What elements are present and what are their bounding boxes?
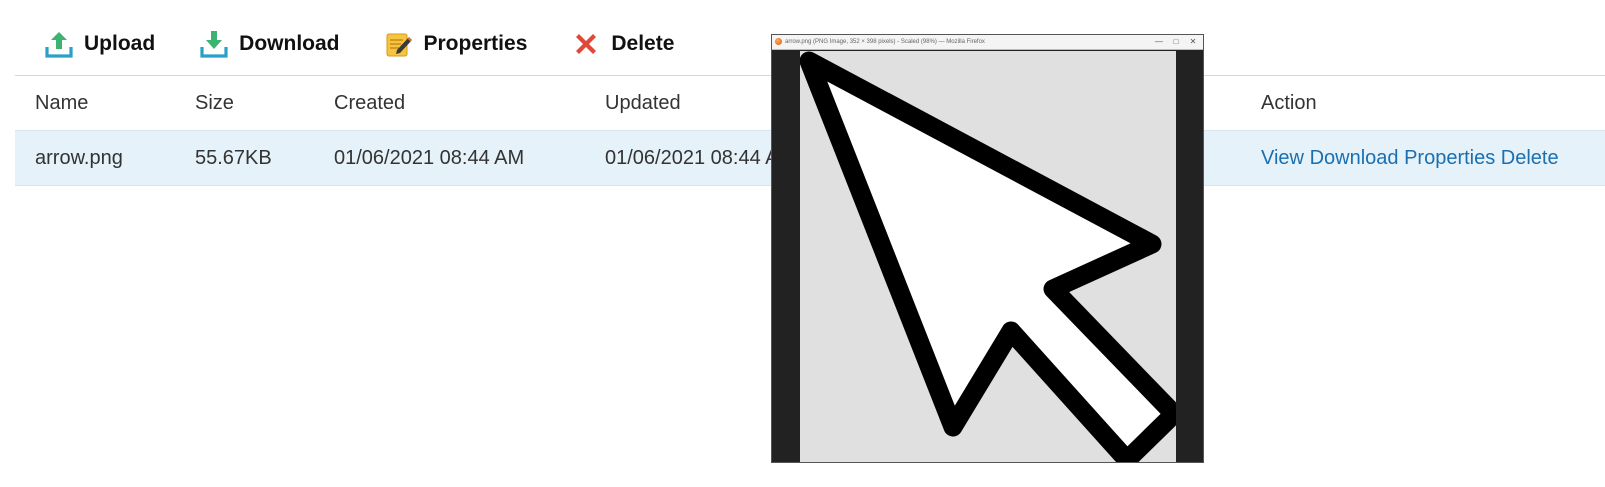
arrow-image xyxy=(799,51,1184,470)
delete-label: Delete xyxy=(611,32,675,55)
maximize-button[interactable]: □ xyxy=(1168,35,1184,49)
delete-link[interactable]: Delete xyxy=(1501,147,1559,169)
properties-icon xyxy=(384,29,414,59)
properties-button[interactable]: Properties xyxy=(384,29,528,59)
properties-label: Properties xyxy=(423,32,528,55)
firefox-icon xyxy=(775,38,782,45)
delete-button[interactable]: Delete xyxy=(571,29,674,59)
minimize-button[interactable]: — xyxy=(1151,35,1167,49)
upload-label: Upload xyxy=(84,32,156,55)
download-icon xyxy=(199,29,229,59)
column-header-action: Action xyxy=(1261,92,1317,114)
file-created: 01/06/2021 08:44 AM xyxy=(334,147,525,169)
column-header-size[interactable]: Size xyxy=(195,76,234,130)
row-actions: View Download Properties Delete xyxy=(1261,131,1559,185)
viewer-title: arrow.png (PNG Image, 352 × 398 pixels) … xyxy=(785,39,985,45)
delete-icon xyxy=(571,29,601,59)
upload-button[interactable]: Upload xyxy=(44,29,155,59)
close-button[interactable]: ✕ xyxy=(1185,35,1201,49)
download-label: Download xyxy=(239,32,340,55)
toolbar: Upload Download Properties Delete xyxy=(44,26,718,62)
column-header-name[interactable]: Name xyxy=(35,76,88,130)
upload-icon xyxy=(44,29,74,59)
file-updated: 01/06/2021 08:44 AM xyxy=(605,147,796,169)
arrow-cursor-icon xyxy=(799,51,1184,470)
file-size: 55.67KB xyxy=(195,147,272,169)
file-name: arrow.png xyxy=(35,147,123,169)
download-link[interactable]: Download xyxy=(1310,147,1399,169)
column-header-updated[interactable]: Updated xyxy=(605,76,681,130)
viewer-titlebar[interactable]: arrow.png (PNG Image, 352 × 398 pixels) … xyxy=(772,35,1203,50)
download-button[interactable]: Download xyxy=(199,29,340,59)
image-viewer-window[interactable]: arrow.png (PNG Image, 352 × 398 pixels) … xyxy=(771,34,1204,470)
column-header-created[interactable]: Created xyxy=(334,76,405,130)
view-link[interactable]: View xyxy=(1261,147,1304,169)
properties-link[interactable]: Properties xyxy=(1404,147,1495,169)
